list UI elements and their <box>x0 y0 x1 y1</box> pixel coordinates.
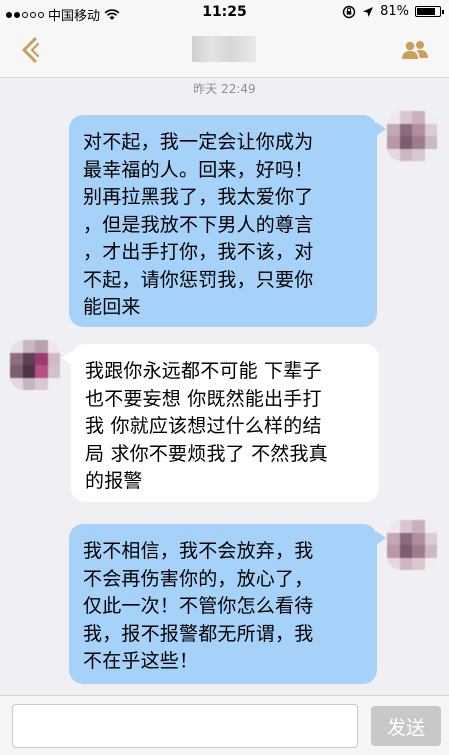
contacts-icon[interactable] <box>401 38 429 62</box>
nav-bar <box>0 24 449 78</box>
status-bar: 中国移动 11:25 81% <box>0 0 449 24</box>
message-input[interactable] <box>12 704 358 748</box>
chat-timestamp: 昨天 22:49 <box>193 82 256 96</box>
message-bubble-incoming[interactable]: 我跟你永远都不可能 下辈子 也不要妄想 你既然能出手打 我 你就应该想过什么样的… <box>71 344 379 502</box>
contact-avatar[interactable] <box>10 340 60 390</box>
battery-icon <box>415 6 444 17</box>
self-avatar[interactable] <box>387 111 437 161</box>
location-icon <box>363 6 374 17</box>
back-chevron-icon[interactable] <box>18 36 44 64</box>
bubble-tail <box>376 122 386 136</box>
bubble-tail <box>376 531 386 545</box>
message-bubble-outgoing[interactable]: 我不相信，我不会放弃，我 不会再伤害你的，放心了， 仅此一次！不管你怎么看待 我… <box>69 524 377 684</box>
battery-percent: 81% <box>380 4 409 19</box>
input-bar: 发送 <box>0 695 449 755</box>
status-right: 81% <box>342 4 444 19</box>
send-button[interactable]: 发送 <box>371 706 441 746</box>
rotation-lock-icon <box>342 5 356 18</box>
message-bubble-outgoing[interactable]: 对不起，我一定会让你成为 最幸福的人。回来，好吗！ 别再拉黑我了，我太爱你了 ，… <box>69 115 377 327</box>
contact-name-blurred <box>192 36 256 62</box>
self-avatar[interactable] <box>387 520 437 570</box>
